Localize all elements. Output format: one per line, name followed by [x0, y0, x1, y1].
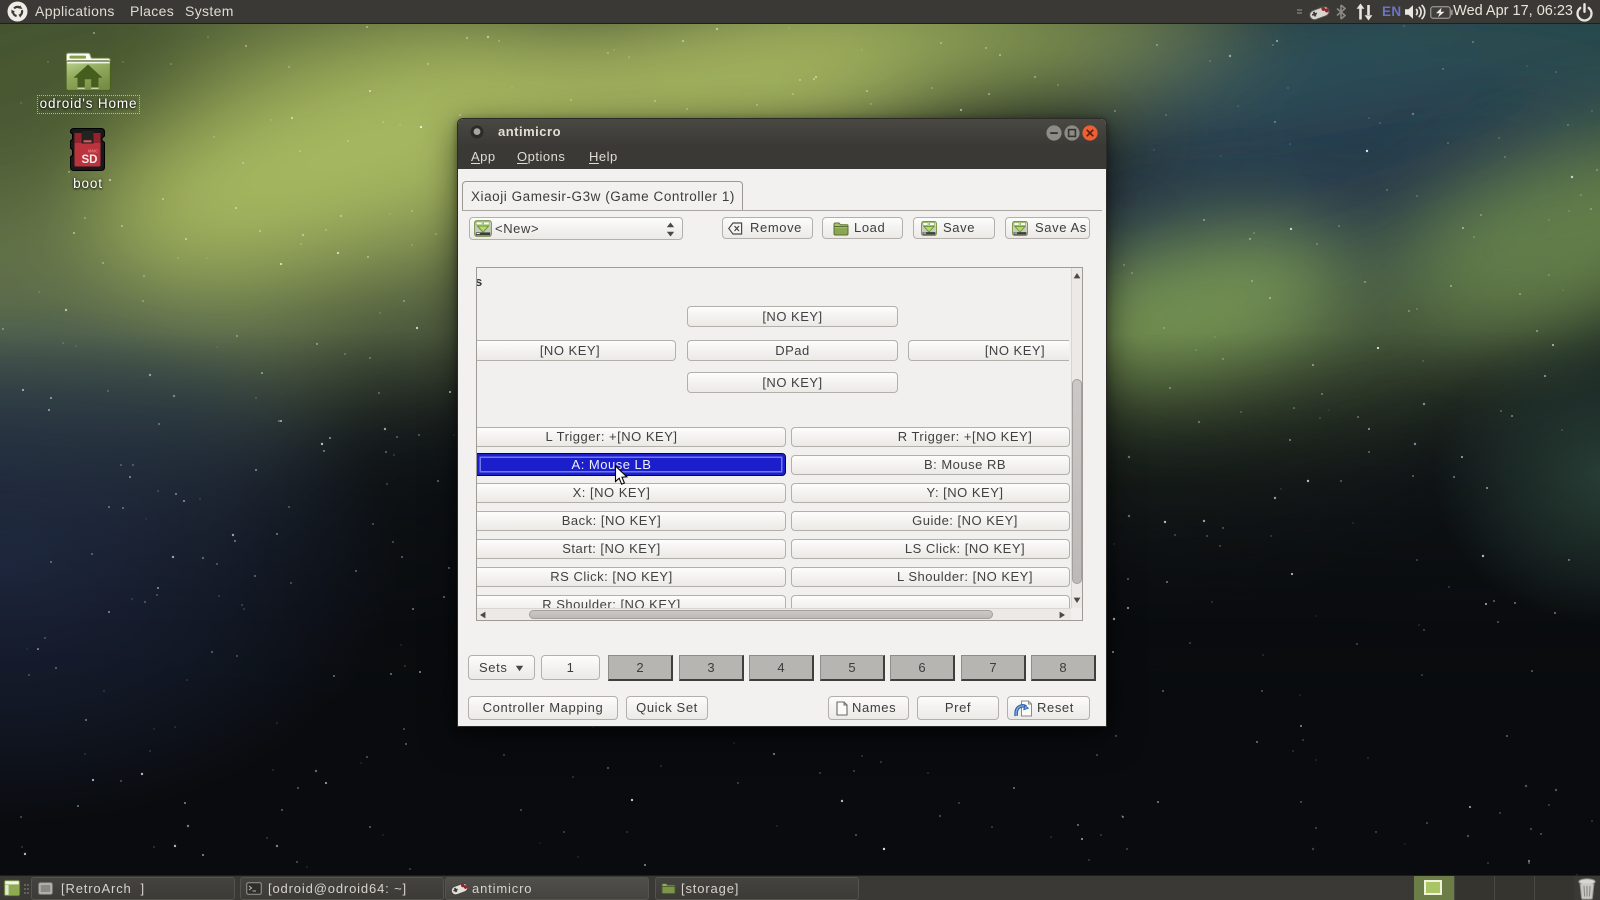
svg-text:MMC: MMC	[88, 149, 99, 154]
svg-text:SD: SD	[82, 154, 98, 166]
